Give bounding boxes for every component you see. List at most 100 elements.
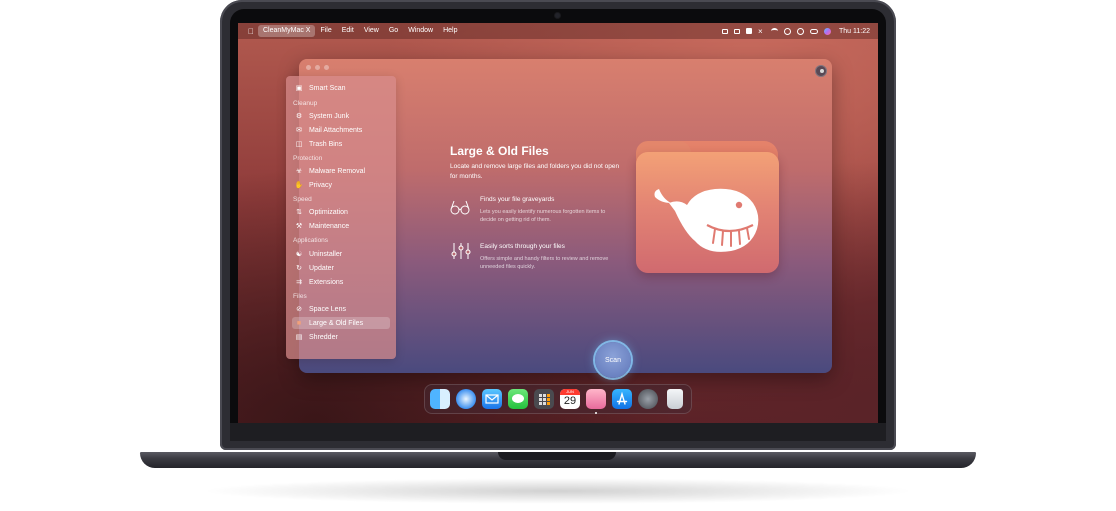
minimize-button[interactable] <box>315 65 320 70</box>
app-store-icon[interactable] <box>612 389 632 409</box>
folder-icon: ■ <box>296 319 302 327</box>
scan-button[interactable]: Scan <box>595 342 631 378</box>
sidebar-item-label: Large & Old Files <box>309 319 364 327</box>
page-subtitle: Locate and remove large files and folder… <box>450 163 620 180</box>
feature-title: Finds your file graveyards <box>480 196 555 203</box>
uninstaller-icon: ☯ <box>295 251 303 258</box>
sidebar-item-label: Trash Bins <box>309 140 343 148</box>
sidebar-item-large-old-files[interactable]: ■ Large & Old Files <box>292 317 390 329</box>
apple-icon[interactable]:  <box>244 27 258 36</box>
feature-title: Easily sorts through your files <box>480 243 565 250</box>
laptop-notch <box>498 452 616 460</box>
menu-file[interactable]: File <box>315 25 336 37</box>
trash-icon: ◫ <box>295 141 303 148</box>
app-menu-icon[interactable] <box>745 28 752 34</box>
sidebar-item-updater[interactable]: ↻ Updater <box>292 262 390 274</box>
app-store-glyph-icon <box>616 391 628 405</box>
sidebar-item-malware-removal[interactable]: ☣ Malware Removal <box>292 165 390 177</box>
sidebar-item-optimization[interactable]: ⇅ Optimization <box>292 206 390 218</box>
camera <box>555 13 560 18</box>
sidebar-item-label: Extensions <box>309 278 344 286</box>
sliders-icon <box>451 243 471 259</box>
sidebar-item-label: Maintenance <box>309 222 350 230</box>
menu-bar:  CleanMyMac X File Edit View Go Window … <box>238 23 878 39</box>
sidebar-section-speed: Speed <box>293 196 312 203</box>
updater-icon: ↻ <box>296 265 302 272</box>
sliders-icon: ⇅ <box>296 209 302 216</box>
siri-icon[interactable] <box>823 27 831 35</box>
hand-icon: ✋ <box>294 182 304 189</box>
sidebar-item-mail-attachments[interactable]: ✉ Mail Attachments <box>292 124 390 136</box>
assistant-toggle[interactable] <box>815 65 827 77</box>
mute-icon[interactable]: × <box>758 27 765 35</box>
laptop-shadow <box>200 478 916 504</box>
feature-description: Lets you easily identify numerous forgot… <box>480 209 606 223</box>
space-lens-icon: ⊘ <box>296 306 302 313</box>
sidebar-section-files: Files <box>293 293 307 300</box>
menu-edit[interactable]: Edit <box>337 25 359 37</box>
user-icon[interactable] <box>783 27 791 35</box>
system-preferences-icon[interactable] <box>638 389 658 409</box>
airplay-icon[interactable] <box>733 28 740 34</box>
status-area: × Thu 11:22 <box>721 23 870 39</box>
sidebar-item-label: Updater <box>309 264 334 272</box>
messages-icon[interactable] <box>508 389 528 409</box>
sidebar-item-uninstaller[interactable]: ☯ Uninstaller <box>292 248 390 260</box>
sidebar-section-applications: Applications <box>293 237 329 244</box>
window-controls <box>306 65 329 70</box>
menu-clock[interactable]: Thu 11:22 <box>839 28 870 35</box>
sidebar-item-label: Privacy <box>309 181 332 189</box>
sidebar-section-cleanup: Cleanup <box>293 100 318 107</box>
sidebar-item-smart-scan[interactable]: ▣ Smart Scan <box>292 82 390 94</box>
display-icon[interactable] <box>721 28 728 34</box>
sidebar-item-label: Malware Removal <box>309 167 366 175</box>
sidebar-item-space-lens[interactable]: ⊘ Space Lens <box>292 303 390 315</box>
sidebar-item-label: Space Lens <box>309 305 346 313</box>
sidebar-item-maintenance[interactable]: ⚒ Maintenance <box>292 220 390 232</box>
calculator-icon[interactable] <box>534 389 554 409</box>
menu-view[interactable]: View <box>359 25 384 37</box>
shredder-icon: ▤ <box>295 334 303 341</box>
control-center-icon[interactable] <box>809 28 818 34</box>
dock: JUN 29 <box>424 384 692 414</box>
page-title: Large & Old Files <box>450 144 549 158</box>
wrench-icon: ⚒ <box>295 223 303 230</box>
sidebar-item-label: Smart Scan <box>309 84 346 92</box>
envelope-icon <box>485 394 499 404</box>
sidebar: ▣ Smart Scan Cleanup ⚙ System Junk ✉ Mai… <box>286 76 396 359</box>
sidebar-item-label: System Junk <box>309 112 350 120</box>
sidebar-item-extensions[interactable]: ⇉ Extensions <box>292 276 390 288</box>
menu-window[interactable]: Window <box>403 25 438 37</box>
menu-go[interactable]: Go <box>384 25 403 37</box>
feature-description: Offers simple and handy filters to revie… <box>480 256 609 270</box>
menu-help[interactable]: Help <box>438 25 462 37</box>
whale-icon <box>654 188 759 252</box>
wifi-icon[interactable] <box>770 28 778 34</box>
hero-folder-illustration <box>636 141 781 274</box>
sidebar-item-system-junk[interactable]: ⚙ System Junk <box>292 110 390 122</box>
zoom-button[interactable] <box>324 65 329 70</box>
close-button[interactable] <box>306 65 311 70</box>
sidebar-item-trash-bins[interactable]: ◫ Trash Bins <box>292 138 390 150</box>
sidebar-item-label: Uninstaller <box>309 250 343 258</box>
sidebar-item-label: Mail Attachments <box>309 126 363 134</box>
running-indicator <box>595 412 597 414</box>
biohazard-icon: ☣ <box>295 168 303 175</box>
sidebar-item-privacy[interactable]: ✋ Privacy <box>292 179 390 191</box>
mail-icon: ✉ <box>296 127 302 134</box>
calendar-day: 29 <box>563 395 577 407</box>
mail-icon[interactable] <box>482 389 502 409</box>
menu-app-name[interactable]: CleanMyMac X <box>258 25 316 37</box>
trash-icon[interactable] <box>667 389 683 409</box>
finder-icon[interactable] <box>430 389 450 409</box>
cleanmymac-icon[interactable] <box>586 389 606 409</box>
sidebar-item-label: Shredder <box>309 333 338 341</box>
screen-chin <box>230 423 886 441</box>
search-icon[interactable] <box>796 27 804 35</box>
safari-icon[interactable] <box>456 389 476 409</box>
extensions-icon: ⇉ <box>296 279 302 286</box>
calendar-icon[interactable]: JUN 29 <box>560 389 580 409</box>
keypad-icon <box>539 394 550 405</box>
sidebar-item-shredder[interactable]: ▤ Shredder <box>292 331 390 343</box>
system-junk-icon: ⚙ <box>295 113 303 120</box>
